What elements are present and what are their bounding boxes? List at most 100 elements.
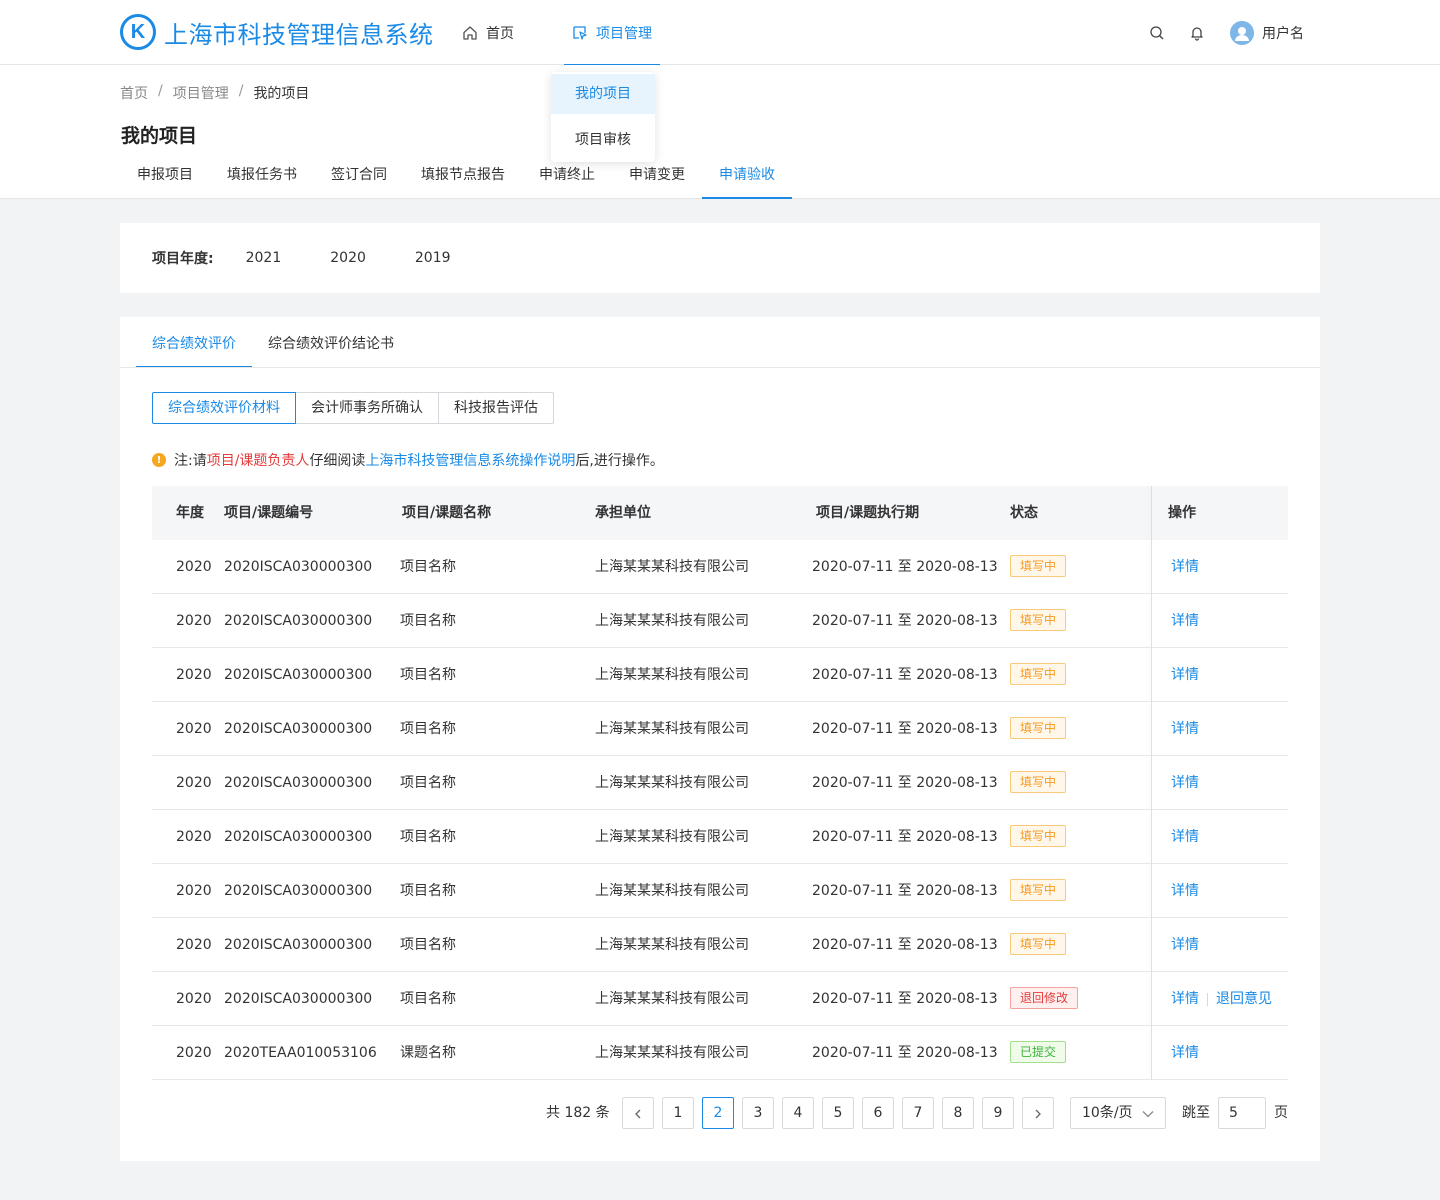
table-row: 2020 2020ISCA030000300 项目名称 上海某某某科技有限公司 2020… bbox=[152, 702, 1288, 756]
column-header: 项目/课题名称 bbox=[402, 505, 492, 521]
cell-status: 已提交 bbox=[1010, 1026, 1067, 1080]
pagination-prev-button[interactable] bbox=[622, 1097, 654, 1129]
pagination-page-button[interactable]: 3 bbox=[742, 1097, 774, 1129]
cell-name: 项目名称 bbox=[400, 559, 456, 575]
pagination-page-button[interactable]: 9 bbox=[982, 1097, 1014, 1129]
table-row: 2020 2020ISCA030000300 项目名称 上海某某某科技有限公司 2020… bbox=[152, 648, 1288, 702]
tab-item[interactable]: 填报节点报告 bbox=[404, 155, 522, 199]
divider bbox=[120, 367, 1320, 368]
status-badge: 填写中 bbox=[1010, 555, 1067, 577]
bell-icon[interactable] bbox=[1188, 24, 1206, 42]
breadcrumb-project-mgmt[interactable]: 项目管理 bbox=[173, 83, 229, 103]
cell-status: 填写中 bbox=[1010, 594, 1067, 648]
tab-item[interactable]: 申报项目 bbox=[120, 155, 210, 199]
detail-link[interactable]: 详情 bbox=[1171, 1045, 1199, 1061]
breadcrumb: 首页 / 项目管理 / 我的项目 bbox=[120, 83, 309, 103]
nav-project-management[interactable]: 项目管理 bbox=[564, 0, 660, 66]
chevron-down-icon bbox=[1142, 1111, 1154, 1118]
segment-evaluation-materials[interactable]: 综合绩效评价材料 bbox=[152, 392, 296, 424]
year-option[interactable]: 2021 bbox=[246, 250, 282, 266]
dropdown-item-project-review[interactable]: 项目审核 bbox=[551, 120, 655, 160]
pagination-page-button[interactable]: 6 bbox=[862, 1097, 894, 1129]
page-title: 我的项目 bbox=[121, 125, 198, 147]
tab-item[interactable]: 申请验收 bbox=[702, 155, 792, 199]
cell-year: 2020 bbox=[176, 721, 212, 737]
cell-year: 2020 bbox=[176, 1045, 212, 1061]
header-actions: 用户名 bbox=[1126, 0, 1304, 65]
nav-home[interactable]: 首页 bbox=[462, 0, 516, 65]
cell-unit: 上海某某某科技有限公司 bbox=[595, 829, 749, 845]
username[interactable]: 用户名 bbox=[1262, 23, 1304, 43]
detail-link[interactable]: 详情 bbox=[1171, 937, 1199, 953]
chevron-right-icon bbox=[1035, 1109, 1041, 1119]
breadcrumb-home[interactable]: 首页 bbox=[120, 83, 148, 103]
subtab-evaluation-conclusion[interactable]: 综合绩效评价结论书 bbox=[252, 317, 410, 368]
app-logo[interactable]: K 上海市科技管理信息系统 bbox=[120, 14, 434, 50]
status-badge: 填写中 bbox=[1010, 825, 1067, 847]
detail-link[interactable]: 详情 bbox=[1171, 883, 1199, 899]
dropdown-item-my-projects[interactable]: 我的项目 bbox=[551, 74, 655, 114]
cell-unit: 上海某某某科技有限公司 bbox=[595, 613, 749, 629]
detail-link[interactable]: 详情 bbox=[1171, 991, 1199, 1007]
cell-actions: 详情 bbox=[1171, 810, 1199, 864]
table-row: 2020 2020ISCA030000300 项目名称 上海某某某科技有限公司 2020… bbox=[152, 918, 1288, 972]
cell-name: 项目名称 bbox=[400, 991, 456, 1007]
pagination-page-button[interactable]: 1 bbox=[662, 1097, 694, 1129]
cell-period: 2020-07-11 至 2020-08-13 bbox=[812, 991, 998, 1007]
pagination-next-button[interactable] bbox=[1022, 1097, 1054, 1129]
pagination-page-button[interactable]: 2 bbox=[702, 1097, 734, 1129]
column-header: 项目/课题编号 bbox=[224, 505, 314, 521]
tab-item[interactable]: 签订合同 bbox=[314, 155, 404, 199]
status-badge: 填写中 bbox=[1010, 663, 1067, 685]
cell-unit: 上海某某某科技有限公司 bbox=[595, 883, 749, 899]
fixed-column-divider bbox=[1151, 756, 1152, 810]
detail-link[interactable]: 详情 bbox=[1171, 829, 1199, 845]
fixed-column-divider bbox=[1151, 1026, 1152, 1080]
detail-link[interactable]: 详情 bbox=[1171, 775, 1199, 791]
cell-unit: 上海某某某科技有限公司 bbox=[595, 937, 749, 953]
notice: ! 注:请 项目/课题负责人 仔细阅读 上海市科技管理信息系统操作说明 后,进行操作。 bbox=[152, 450, 664, 470]
jump-page-input[interactable] bbox=[1218, 1097, 1266, 1129]
avatar[interactable] bbox=[1230, 20, 1254, 45]
cell-name: 项目名称 bbox=[400, 775, 456, 791]
year-option[interactable]: 2020 bbox=[330, 250, 366, 266]
pagination-page-button[interactable]: 7 bbox=[902, 1097, 934, 1129]
cell-year: 2020 bbox=[176, 883, 212, 899]
cell-unit: 上海某某某科技有限公司 bbox=[595, 991, 749, 1007]
cell-status: 填写中 bbox=[1010, 648, 1067, 702]
detail-link[interactable]: 详情 bbox=[1171, 559, 1199, 575]
status-badge: 填写中 bbox=[1010, 933, 1067, 955]
cell-period: 2020-07-11 至 2020-08-13 bbox=[812, 829, 998, 845]
cell-period: 2020-07-11 至 2020-08-13 bbox=[812, 1045, 998, 1061]
main-nav: 首页 项目管理 bbox=[462, 0, 660, 66]
status-badge: 填写中 bbox=[1010, 879, 1067, 901]
notice-manual-link[interactable]: 上海市科技管理信息系统操作说明 bbox=[365, 450, 575, 470]
pagination: 共 182 条 10条/页 跳至 页 123456789 bbox=[120, 1096, 1288, 1130]
status-badge: 已提交 bbox=[1010, 1041, 1067, 1063]
pagination-total: 共 182 条 bbox=[546, 1105, 610, 1121]
segment-tech-report[interactable]: 科技报告评估 bbox=[438, 392, 554, 424]
segment-accounting-firm[interactable]: 会计师事务所确认 bbox=[295, 392, 439, 424]
search-icon[interactable] bbox=[1148, 24, 1166, 42]
year-option[interactable]: 2019 bbox=[415, 250, 451, 266]
notice-highlight: 项目/课题负责人 bbox=[206, 453, 310, 469]
page-size-select[interactable]: 10条/页 bbox=[1070, 1097, 1166, 1129]
detail-link[interactable]: 详情 bbox=[1171, 667, 1199, 683]
nav-home-label: 首页 bbox=[486, 25, 514, 42]
cell-name: 项目名称 bbox=[400, 883, 456, 899]
warning-icon: ! bbox=[152, 453, 166, 467]
tab-item[interactable]: 填报任务书 bbox=[210, 155, 314, 199]
cell-status: 填写中 bbox=[1010, 810, 1067, 864]
pagination-page-button[interactable]: 5 bbox=[822, 1097, 854, 1129]
return-opinion-link[interactable]: 退回意见 bbox=[1216, 991, 1272, 1007]
cell-code: 2020ISCA030000300 bbox=[224, 559, 373, 575]
detail-link[interactable]: 详情 bbox=[1171, 721, 1199, 737]
subtab-performance-evaluation[interactable]: 综合绩效评价 bbox=[136, 317, 252, 368]
cell-period: 2020-07-11 至 2020-08-13 bbox=[812, 721, 998, 737]
notice-suffix: 后,进行操作。 bbox=[575, 453, 664, 469]
pagination-page-button[interactable]: 8 bbox=[942, 1097, 974, 1129]
detail-link[interactable]: 详情 bbox=[1171, 613, 1199, 629]
pagination-page-button[interactable]: 4 bbox=[782, 1097, 814, 1129]
cell-year: 2020 bbox=[176, 775, 212, 791]
cell-period: 2020-07-11 至 2020-08-13 bbox=[812, 667, 998, 683]
